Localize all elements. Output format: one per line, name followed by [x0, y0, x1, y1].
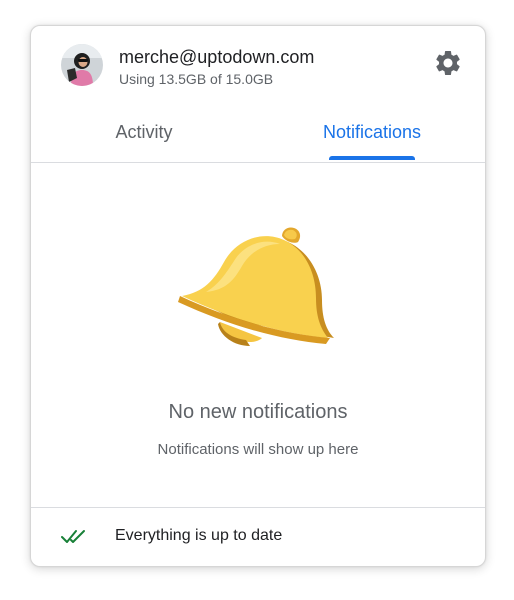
status-footer: Everything is up to date — [31, 507, 485, 566]
notifications-panel: merche@uptodown.com Using 13.5GB of 15.0… — [30, 25, 486, 567]
account-header: merche@uptodown.com Using 13.5GB of 15.0… — [31, 26, 485, 114]
empty-state-title: No new notifications — [168, 401, 348, 423]
tab-notifications[interactable]: Notifications — [301, 102, 443, 162]
tab-activity[interactable]: Activity — [73, 102, 215, 162]
avatar-image — [61, 44, 103, 86]
gear-icon — [436, 50, 460, 75]
status-text: Everything is up to date — [115, 527, 283, 544]
double-check-icon — [61, 530, 85, 543]
empty-state-illustration — [176, 226, 336, 356]
bell-icon — [178, 227, 334, 346]
active-tab-indicator — [329, 156, 415, 160]
account-email: merche@uptodown.com — [119, 47, 315, 67]
storage-usage: Using 13.5GB of 15.0GB — [119, 71, 274, 87]
settings-button[interactable] — [433, 48, 463, 78]
avatar[interactable] — [61, 44, 103, 86]
empty-state-subtitle: Notifications will show up here — [157, 441, 359, 458]
tab-bar: Activity Notifications — [31, 102, 485, 163]
